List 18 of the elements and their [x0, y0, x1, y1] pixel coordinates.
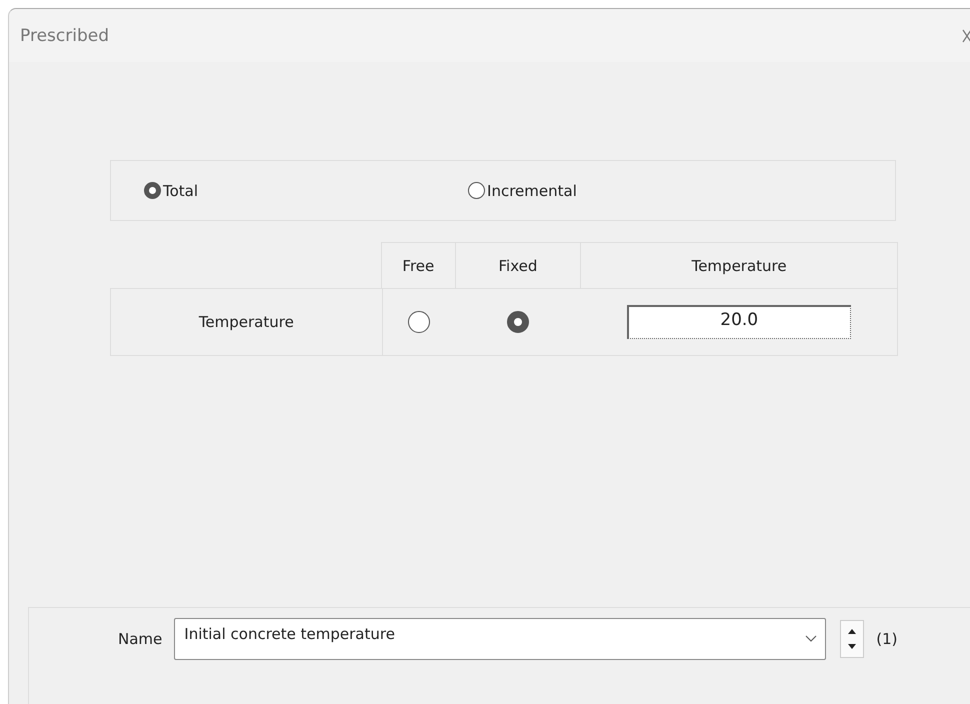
window-title: Prescribed: [20, 26, 109, 46]
name-counter: (1): [876, 630, 898, 648]
radio-button[interactable]: [144, 182, 161, 199]
temperature-input[interactable]: 20.0: [626, 305, 851, 339]
radio-label[interactable]: Total: [163, 182, 198, 200]
column-header: Fixed: [454, 242, 580, 289]
radio-button[interactable]: [468, 182, 486, 199]
fixed-radio[interactable]: [506, 311, 529, 333]
caret-icon: [805, 634, 818, 642]
name-label: Name: [118, 630, 162, 648]
name-combo[interactable]: Initial concrete temperature: [174, 618, 826, 660]
column-header: Free: [380, 242, 455, 289]
close-icon[interactable]: [962, 28, 970, 44]
row-label: Temperature: [110, 289, 382, 355]
column-header: Temperature: [580, 242, 898, 289]
spin-button[interactable]: [840, 620, 864, 658]
free-radio[interactable]: [408, 311, 430, 333]
radio-label[interactable]: Incremental: [487, 182, 577, 200]
